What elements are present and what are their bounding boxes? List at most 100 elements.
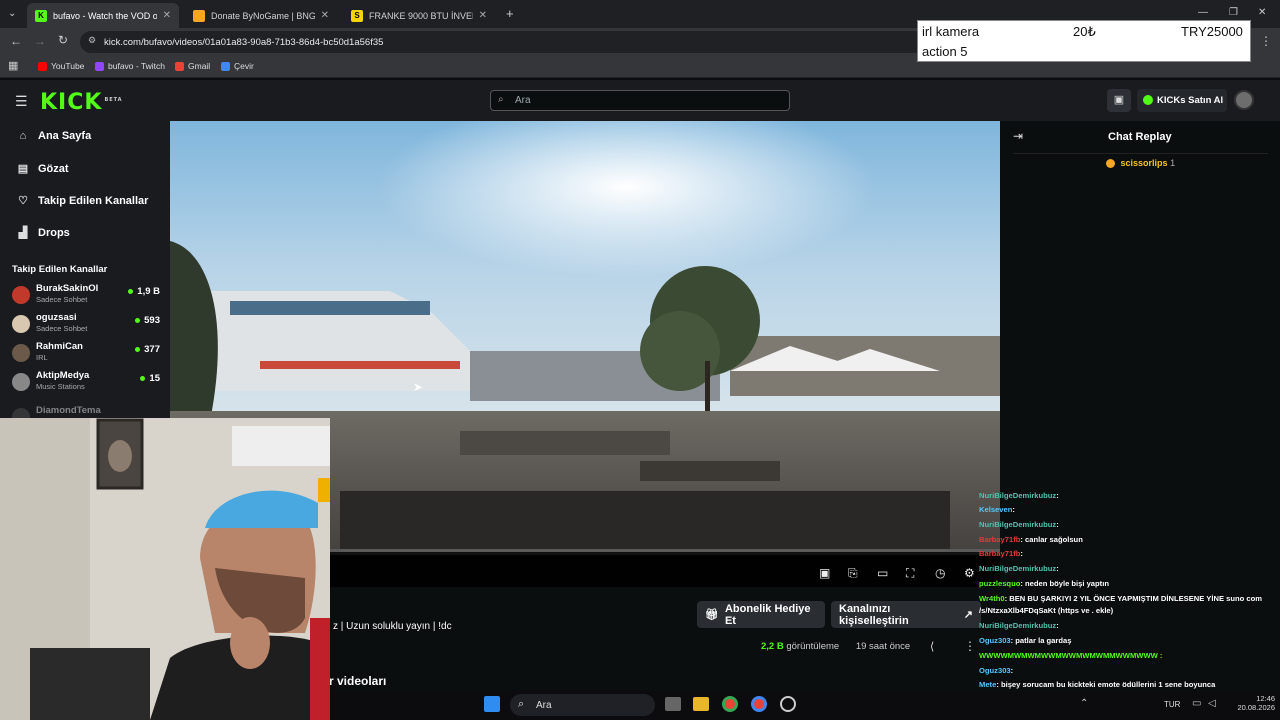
tab-franke[interactable]: S FRANKE 9000 BTU İNVERTER KLİMA ✕ bbox=[343, 3, 495, 28]
browser-menu-icon[interactable]: ⋮ bbox=[1260, 34, 1272, 48]
chat-username[interactable]: NuriBilgeDemirkubuz bbox=[979, 491, 1056, 500]
hamburger-menu-icon[interactable]: ☰ bbox=[15, 93, 28, 110]
gift-subscription-button[interactable]: 🎁︎ Abonelik Hediye Et bbox=[697, 601, 825, 628]
miniplayer-icon[interactable]: ▣ bbox=[819, 566, 830, 580]
buy-kicks-button[interactable]: KICKs Satın Al bbox=[1137, 89, 1227, 112]
user-avatar[interactable] bbox=[1234, 90, 1254, 110]
shop-favicon-icon: S bbox=[351, 9, 363, 22]
bng-favicon-icon bbox=[193, 9, 205, 22]
nav-drops[interactable]: ▟ Drops bbox=[16, 226, 70, 240]
webcam-frame bbox=[0, 418, 330, 720]
os-taskbar: ⌕ Ara ⌃ TUR ▭ ◁ 12:46 20.08.2026 bbox=[330, 690, 1280, 720]
channel-category: IRL bbox=[36, 353, 48, 362]
chat-username[interactable]: Wr4th0 bbox=[979, 594, 1005, 603]
chat-text: : patlar la gardaş bbox=[1010, 636, 1072, 645]
url-bar[interactable]: ⚙ kick.com/bufavo/videos/01a01a83-90a8-7… bbox=[80, 31, 930, 53]
close-window-icon[interactable]: ✕ bbox=[1258, 7, 1266, 18]
bookmark-label: Çevir bbox=[234, 61, 254, 71]
close-tab-icon[interactable]: ✕ bbox=[321, 10, 329, 21]
close-tab-icon[interactable]: ✕ bbox=[163, 10, 171, 21]
avatar bbox=[12, 315, 30, 333]
chat-username[interactable]: NuriBilgeDemirkubuz bbox=[979, 520, 1056, 529]
chat-username[interactable]: Oguz303 bbox=[979, 636, 1011, 645]
forward-icon[interactable]: → bbox=[34, 34, 46, 48]
tab-bufavo[interactable]: K bufavo - Watch the VOD on Kick ✕ bbox=[27, 3, 179, 28]
chrome-active-icon[interactable] bbox=[751, 696, 767, 712]
network-icon[interactable]: ▭ bbox=[1192, 698, 1201, 709]
channel-item[interactable]: AktipMedya Music Stations 15 bbox=[12, 370, 160, 396]
clip-icon[interactable]: ⎘ bbox=[848, 566, 858, 581]
bookmark-twitch[interactable]: bufavo - Twitch bbox=[95, 61, 165, 71]
task-view-icon[interactable] bbox=[665, 697, 681, 711]
taskbar-search[interactable]: ⌕ Ara bbox=[510, 694, 655, 716]
chat-username[interactable]: Oguz303 bbox=[979, 666, 1011, 675]
minimize-icon[interactable]: — bbox=[1198, 7, 1208, 18]
chat-username[interactable]: NuriBilgeDemirkubuz bbox=[979, 564, 1056, 573]
chrome-icon[interactable] bbox=[722, 696, 738, 712]
dashboard-icon[interactable]: ▣ bbox=[1107, 89, 1131, 112]
customize-channel-button[interactable]: Kanalınızı kişiselleştirin ↗ bbox=[831, 601, 981, 628]
nav-label: Ana Sayfa bbox=[38, 130, 92, 142]
fullscreen-icon[interactable]: ⛶ bbox=[906, 566, 914, 581]
collapse-chat-icon[interactable]: ⇥ bbox=[1013, 129, 1023, 143]
obs-icon[interactable] bbox=[780, 696, 796, 712]
search-input[interactable]: ⌕ Ara bbox=[490, 90, 790, 111]
chat-username[interactable]: puzzlesquo bbox=[979, 579, 1020, 588]
site-info-icon[interactable]: ⚙ bbox=[88, 35, 96, 46]
volume-icon[interactable]: ◁ bbox=[1208, 698, 1216, 709]
tab-bynogame[interactable]: Donate ByNoGame | BNG Stream ✕ bbox=[185, 3, 337, 28]
apps-grid-icon[interactable]: ▦ bbox=[8, 59, 18, 72]
windows-start-icon[interactable] bbox=[484, 696, 500, 712]
progress-bar[interactable] bbox=[330, 549, 1000, 552]
youtube-icon bbox=[38, 61, 47, 71]
nav-following[interactable]: ♡ Takip Edilen Kanallar bbox=[16, 194, 148, 208]
theater-mode-icon[interactable]: ▭ bbox=[877, 566, 888, 580]
channel-item[interactable]: oguzsasi Sadece Sohbet 593 bbox=[12, 312, 160, 338]
chat-message: Kelseven: bbox=[979, 505, 1015, 514]
donation-goal-overlay: irl kamera 20₺ TRY25000 action 5 bbox=[917, 20, 1251, 62]
clock-time: 12:46 bbox=[1256, 694, 1275, 703]
close-tab-icon[interactable]: ✕ bbox=[479, 10, 487, 21]
kick-logo[interactable]: KICK BETA bbox=[40, 90, 123, 115]
speed-icon[interactable]: ◷ bbox=[935, 566, 945, 580]
chat-username[interactable]: Barbay71fb bbox=[979, 549, 1020, 558]
channel-item[interactable]: RahmiCan IRL 377 bbox=[12, 341, 160, 367]
more-options-icon[interactable]: ⋮ bbox=[964, 639, 976, 653]
viewer-count: 15 bbox=[140, 373, 160, 384]
bookmark-translate[interactable]: Çevir bbox=[221, 61, 254, 71]
maximize-icon[interactable]: ❐ bbox=[1229, 7, 1238, 18]
chat-message: /s/NtzxaXlb4FDqSaKt (https ve . ekle) bbox=[979, 606, 1113, 615]
chat-text: : bbox=[1020, 549, 1023, 558]
chat-message: puzzlesquo: neden böyle bişi yaptın bbox=[979, 579, 1109, 588]
mouse-cursor-icon: ➤ bbox=[413, 380, 424, 394]
chat-message: NuriBilgeDemirkubuz: bbox=[979, 520, 1059, 529]
chat-username[interactable]: Mete bbox=[979, 680, 996, 689]
reload-icon[interactable]: ↻ bbox=[58, 33, 68, 47]
chat-message: Wr4th0: BEN BU ŞARKIYI 2 YIL ÖNCE YAPMIŞ… bbox=[979, 594, 1262, 603]
chat-text: : bbox=[1056, 621, 1059, 630]
kick-favicon-icon: K bbox=[35, 9, 47, 22]
pinned-username: scissorlips bbox=[1120, 158, 1168, 168]
tray-arrow-icon[interactable]: ⌃ bbox=[1080, 698, 1088, 709]
tab-search-icon[interactable]: ⌄ bbox=[8, 8, 16, 19]
chat-username[interactable]: Kelseven bbox=[979, 505, 1012, 514]
nav-home[interactable]: ⌂ Ana Sayfa bbox=[16, 130, 92, 142]
gmail-icon bbox=[175, 61, 184, 71]
channel-item[interactable]: BurakSakinOl Sadece Sohbet 1,9 B bbox=[12, 283, 160, 309]
chat-username[interactable]: Barbay71fb bbox=[979, 535, 1020, 544]
coin-icon bbox=[1106, 159, 1115, 169]
clock-date: 20.08.2026 bbox=[1237, 703, 1275, 712]
new-tab-icon[interactable]: + bbox=[506, 6, 514, 21]
chat-text: : bbox=[1056, 491, 1059, 500]
nav-browse[interactable]: ▤ Gözat bbox=[16, 162, 69, 176]
language-indicator[interactable]: TUR bbox=[1164, 700, 1180, 709]
share-icon[interactable]: ⟨ bbox=[930, 640, 934, 653]
chat-username[interactable]: NuriBilgeDemirkubuz bbox=[979, 621, 1056, 630]
file-explorer-icon[interactable] bbox=[693, 697, 709, 711]
bookmark-label: bufavo - Twitch bbox=[108, 61, 166, 71]
bookmark-gmail[interactable]: Gmail bbox=[175, 61, 210, 71]
clock[interactable]: 12:46 20.08.2026 bbox=[1227, 694, 1275, 712]
bookmark-youtube[interactable]: YouTube bbox=[38, 61, 84, 71]
back-icon[interactable]: ← bbox=[10, 34, 22, 48]
settings-gear-icon[interactable]: ⚙ bbox=[964, 566, 975, 580]
